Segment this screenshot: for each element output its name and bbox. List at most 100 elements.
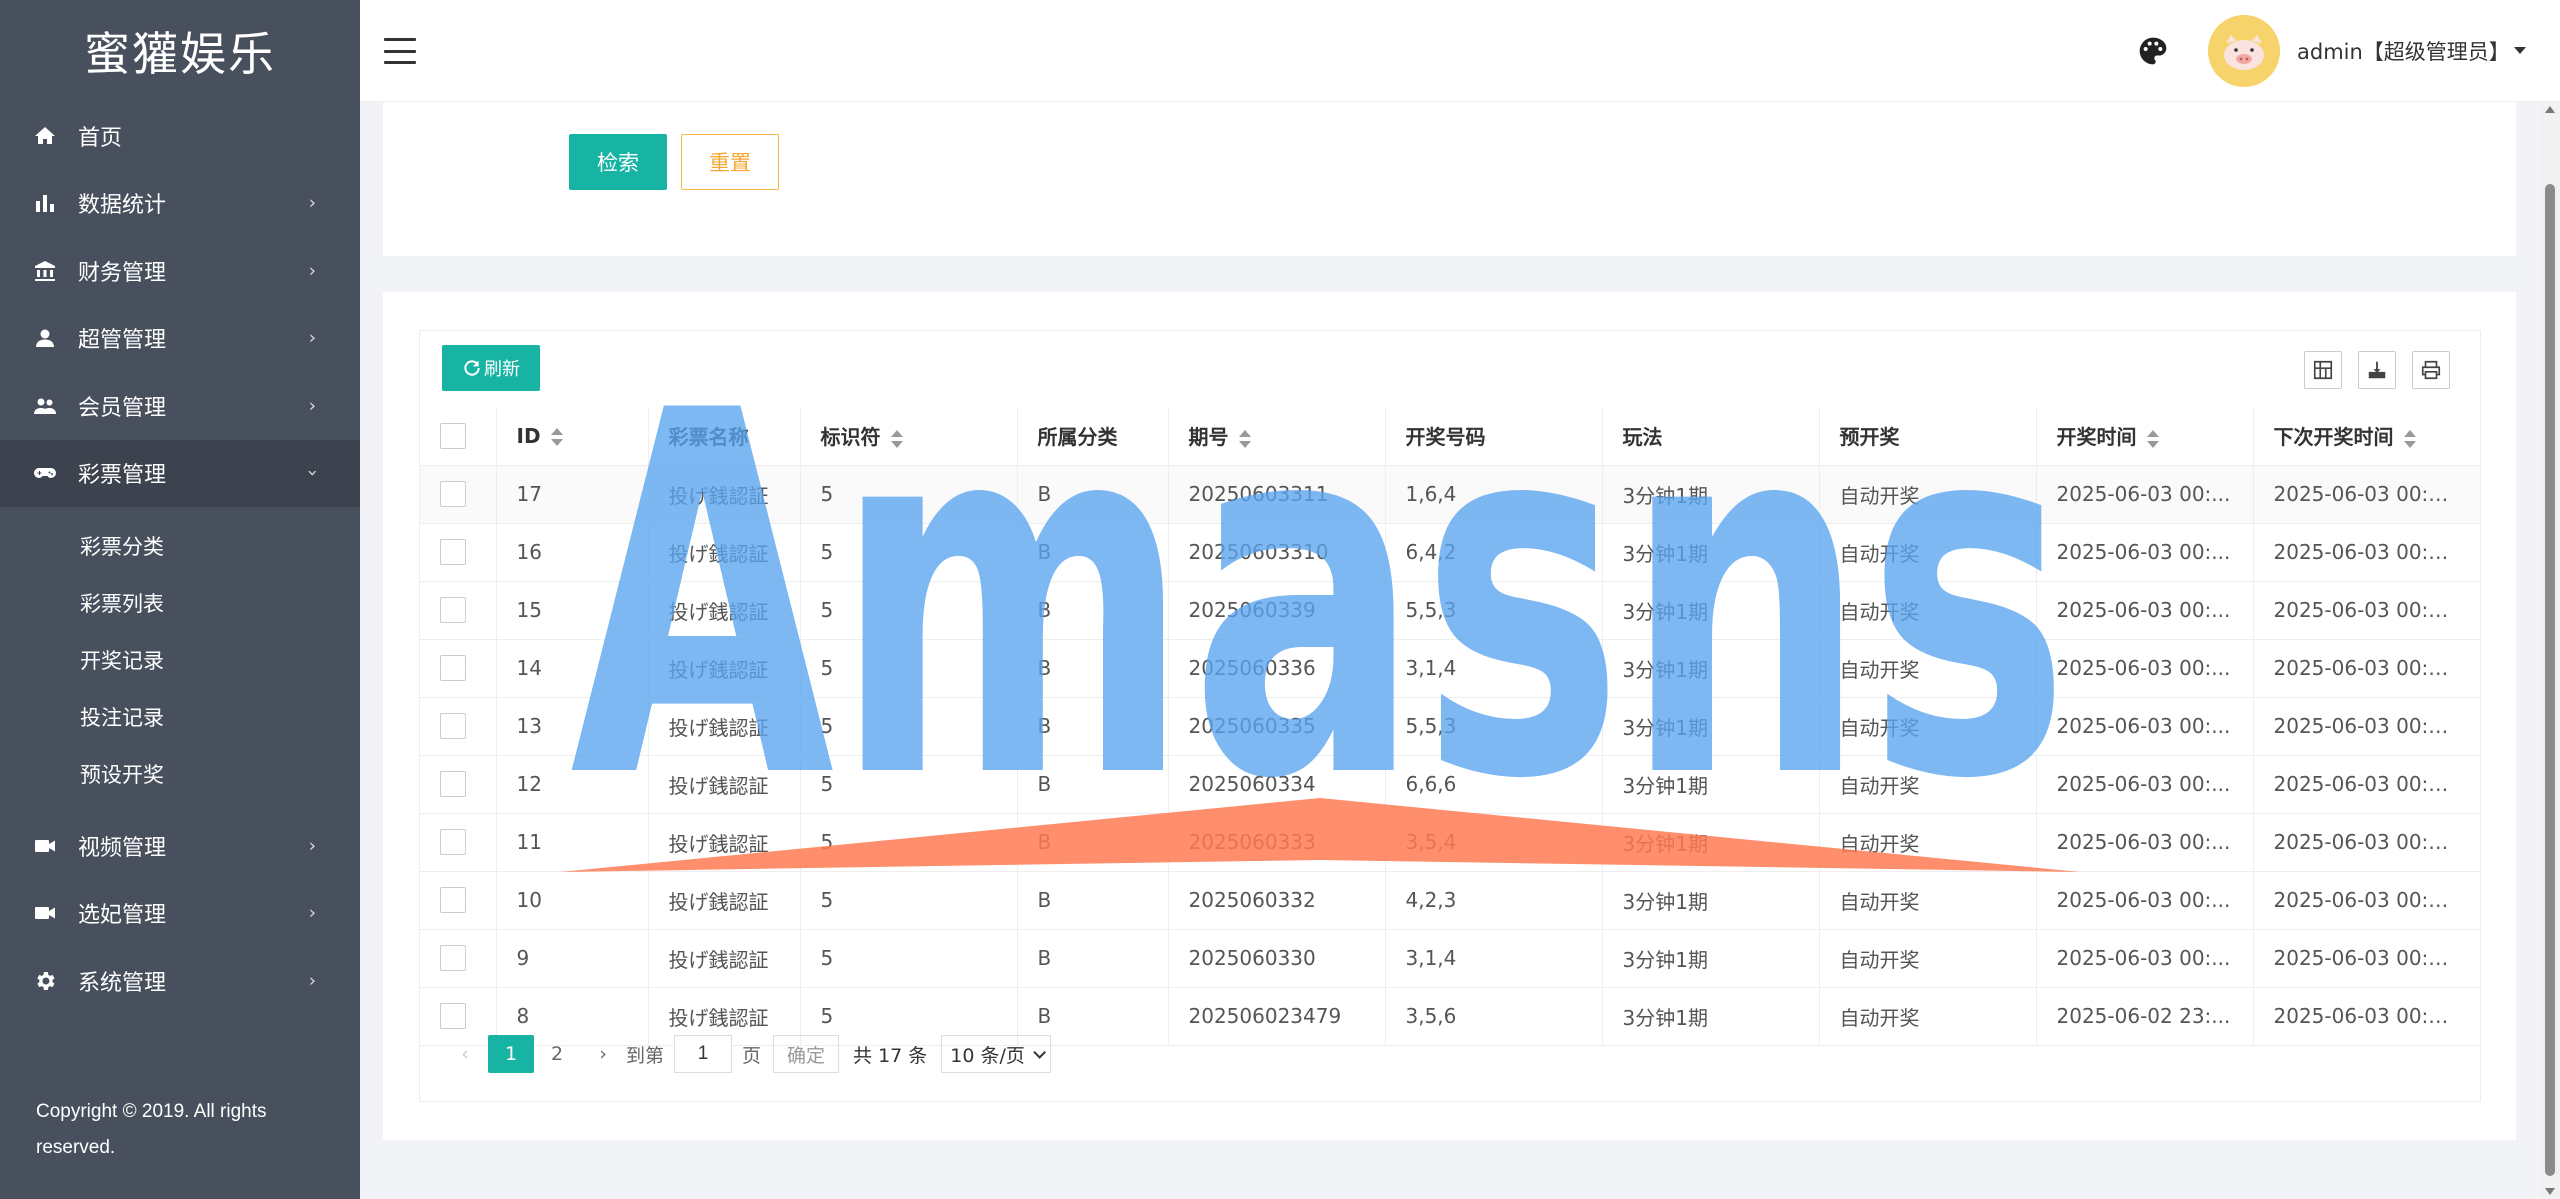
scroll-down-icon[interactable] bbox=[2545, 1188, 2555, 1195]
row-checkbox[interactable] bbox=[420, 639, 497, 698]
column-header[interactable]: 下次开奖时间 bbox=[2253, 407, 2481, 466]
table-cell: 3,1,4 bbox=[1385, 639, 1603, 698]
column-header[interactable]: 期号 bbox=[1168, 407, 1386, 466]
submenu-item-lottery-category[interactable]: 彩票分类 bbox=[0, 517, 360, 574]
table-cell: 2025-06-03 00:... bbox=[2036, 581, 2254, 640]
table-cell: 投げ銭認証 bbox=[648, 929, 801, 988]
page-2[interactable]: 2 bbox=[534, 1035, 580, 1073]
refresh-button[interactable]: 刷新 bbox=[442, 345, 540, 391]
sidebar-item-stats[interactable]: 数据统计 › bbox=[0, 170, 360, 238]
page-1[interactable]: 1 bbox=[488, 1035, 534, 1073]
table-row[interactable]: 9 投げ銭認証 5 B 2025060330 3,1,4 3分钟1期 自动开奖 2025-06-… bbox=[420, 929, 2481, 988]
table-cell: 3分钟1期 bbox=[1602, 697, 1820, 756]
table-row[interactable]: 13 投げ銭認証 5 B 2025060335 5,5,3 3分钟1期 自动开奖 2025-06… bbox=[420, 697, 2481, 756]
table-cell: 202506023479 bbox=[1168, 987, 1386, 1046]
table-row[interactable]: 11 投げ銭認証 5 B 2025060333 3,5,4 3分钟1期 自动开奖 2025-06… bbox=[420, 813, 2481, 872]
table-cell: 2025-06-03 00:2... bbox=[2253, 639, 2481, 698]
palette-icon[interactable] bbox=[2137, 35, 2169, 67]
sidebar-item-finance[interactable]: 财务管理 › bbox=[0, 237, 360, 305]
row-checkbox[interactable] bbox=[420, 465, 497, 524]
goto-confirm-button[interactable]: 确定 bbox=[773, 1035, 840, 1073]
row-checkbox[interactable] bbox=[420, 581, 497, 640]
row-checkbox[interactable] bbox=[420, 697, 497, 756]
export-icon[interactable] bbox=[2358, 351, 2396, 389]
column-header[interactable]: 标识符 bbox=[800, 407, 1018, 466]
sidebar-item-label: 数据统计 bbox=[78, 193, 167, 219]
chevron-right-icon: › bbox=[308, 902, 316, 924]
submenu-item-bet-records[interactable]: 投注记录 bbox=[0, 688, 360, 745]
table-cell: 3,1,4 bbox=[1385, 929, 1603, 988]
print-icon[interactable] bbox=[2412, 351, 2450, 389]
user-name[interactable]: admin【超级管理员】 bbox=[2297, 36, 2510, 66]
table-cell: B bbox=[1017, 813, 1169, 872]
sidebar-item-superadmin[interactable]: 超管管理 › bbox=[0, 305, 360, 373]
table-row[interactable]: 14 投げ銭認証 5 B 2025060336 3,1,4 3分钟1期 自动开奖 2025-06… bbox=[420, 639, 2481, 698]
column-header: 预开奖 bbox=[1819, 407, 2037, 466]
video-icon bbox=[32, 833, 58, 859]
table-row[interactable]: 17 投げ銭認証 5 B 20250603311 1,6,4 3分钟1期 自动开奖 2025-0… bbox=[420, 465, 2481, 524]
row-checkbox[interactable] bbox=[420, 813, 497, 872]
row-checkbox[interactable] bbox=[420, 755, 497, 814]
caret-down-icon[interactable] bbox=[2514, 47, 2526, 54]
submenu-item-preset-draw[interactable]: 预设开奖 bbox=[0, 745, 360, 802]
scrollbar-thumb[interactable] bbox=[2545, 184, 2555, 1176]
prev-page-icon[interactable]: ‹ bbox=[442, 1035, 488, 1073]
brand-title: 蜜獾娱乐 bbox=[84, 27, 276, 81]
submenu-item-lottery-list[interactable]: 彩票列表 bbox=[0, 574, 360, 631]
submenu-item-draw-records[interactable]: 开奖记录 bbox=[0, 631, 360, 688]
table-cell: 3分钟1期 bbox=[1602, 639, 1820, 698]
table-cell: 投げ銭認証 bbox=[648, 639, 801, 698]
row-checkbox[interactable] bbox=[420, 871, 497, 930]
avatar[interactable] bbox=[2208, 15, 2280, 87]
page-size-select[interactable]: 10 条/页 bbox=[941, 1035, 1051, 1073]
table-cell: 3,5,4 bbox=[1385, 813, 1603, 872]
table-row[interactable]: 15 投げ銭認証 5 B 2025060339 5,5,3 3分钟1期 自动开奖 2025-06… bbox=[420, 581, 2481, 640]
table-row[interactable]: 16 投げ銭認証 5 B 20250603310 6,4,2 3分钟1期 自动开奖 2025-0… bbox=[420, 523, 2481, 582]
sort-icon[interactable] bbox=[550, 428, 563, 447]
columns-icon[interactable] bbox=[2304, 351, 2342, 389]
column-header[interactable]: ID bbox=[496, 407, 649, 466]
chevron-right-icon: › bbox=[308, 395, 316, 417]
page-unit-label: 页 bbox=[742, 1044, 762, 1067]
chevron-down-icon bbox=[1033, 1045, 1046, 1059]
table-cell: B bbox=[1017, 581, 1169, 640]
search-panel: 检索 重置 bbox=[383, 102, 2516, 256]
sidebar-item-consort[interactable]: 选妃管理 › bbox=[0, 880, 360, 948]
gear-icon bbox=[32, 968, 58, 994]
goto-page-input[interactable] bbox=[674, 1035, 733, 1073]
select-all-checkbox[interactable] bbox=[420, 407, 497, 466]
sidebar-item-video[interactable]: 视频管理 › bbox=[0, 812, 360, 880]
scroll-up-icon[interactable] bbox=[2545, 106, 2555, 113]
sort-icon[interactable] bbox=[890, 429, 903, 448]
row-checkbox[interactable] bbox=[420, 929, 497, 988]
refresh-label: 刷新 bbox=[484, 359, 520, 380]
table-cell: 自动开奖 bbox=[1819, 755, 2037, 814]
column-header[interactable]: 开奖时间 bbox=[2036, 407, 2254, 466]
table-cell: 2025-06-03 00:... bbox=[2036, 813, 2254, 872]
sidebar: 蜜獾娱乐 首页 数据统计 › 财务管理 › 超管管理 › 会员管理 › 彩票管理… bbox=[0, 0, 360, 1199]
table-cell: 自动开奖 bbox=[1819, 871, 2037, 930]
row-checkbox[interactable] bbox=[420, 523, 497, 582]
table-cell: 2025-06-02 23:... bbox=[2036, 987, 2254, 1046]
copyright: Copyright © 2019. All rights reserved. bbox=[36, 1101, 267, 1158]
sort-icon[interactable] bbox=[1238, 429, 1251, 448]
data-table-container: 刷新 ID 彩票名称 标识符 所属分类 期号 开奖号码 玩法 预开奖 开奖时间 … bbox=[419, 330, 2481, 1102]
sidebar-item-system[interactable]: 系统管理 › bbox=[0, 947, 360, 1015]
search-button[interactable]: 检索 bbox=[569, 134, 667, 190]
sidebar-item-home[interactable]: 首页 bbox=[0, 102, 360, 170]
chevron-right-icon: › bbox=[308, 835, 316, 857]
table-cell: 投げ銭認証 bbox=[648, 697, 801, 756]
sidebar-item-members[interactable]: 会员管理 › bbox=[0, 372, 360, 440]
sort-icon[interactable] bbox=[2146, 429, 2159, 448]
table-cell: B bbox=[1017, 755, 1169, 814]
table-cell: 5,5,3 bbox=[1385, 697, 1603, 756]
sort-icon[interactable] bbox=[2403, 429, 2416, 448]
column-header: 玩法 bbox=[1602, 407, 1820, 466]
next-page-icon[interactable]: › bbox=[580, 1035, 626, 1073]
vertical-scrollbar[interactable] bbox=[2540, 102, 2560, 1199]
table-row[interactable]: 10 投げ銭認証 5 B 2025060332 4,2,3 3分钟1期 自动开奖 2025-06… bbox=[420, 871, 2481, 930]
hamburger-icon[interactable] bbox=[384, 38, 416, 64]
reset-button[interactable]: 重置 bbox=[681, 134, 779, 190]
table-row[interactable]: 12 投げ銭認証 5 B 2025060334 6,6,6 3分钟1期 自动开奖 2025-06… bbox=[420, 755, 2481, 814]
sidebar-item-lottery[interactable]: 彩票管理 › bbox=[0, 439, 360, 507]
